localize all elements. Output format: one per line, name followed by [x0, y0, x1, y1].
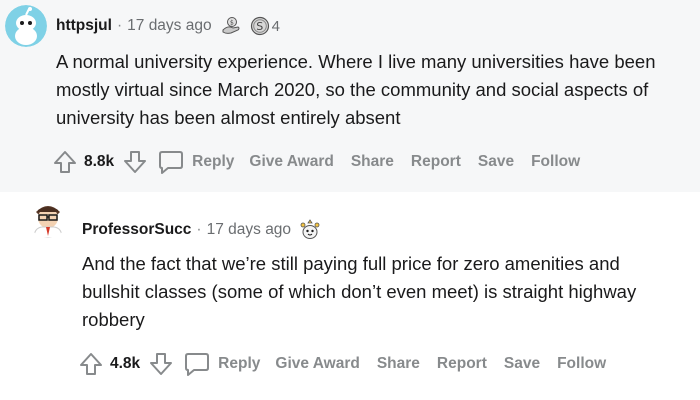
upvote-icon[interactable] — [78, 351, 104, 377]
avatar[interactable] — [28, 198, 68, 238]
comment-actions: 4.8k Reply Give Award Share Report Save … — [78, 351, 623, 377]
svg-text:$: $ — [230, 20, 234, 27]
upvote-icon[interactable] — [52, 149, 78, 175]
give-award-button[interactable]: Give Award — [249, 153, 333, 171]
share-button[interactable]: Share — [377, 355, 420, 373]
author-name[interactable]: httpsjul — [56, 17, 112, 35]
give-award-button[interactable]: Give Award — [275, 355, 359, 373]
moneybag-hand-award-icon[interactable]: $ — [220, 16, 242, 36]
award-count: 4 — [271, 17, 280, 35]
comment-text: And the fact that we’re still paying ful… — [82, 253, 637, 330]
reply-button[interactable]: Reply — [174, 352, 260, 376]
reply-button[interactable]: Reply — [148, 150, 234, 174]
timestamp[interactable]: 17 days ago — [207, 221, 291, 239]
speech-bubble-icon — [184, 352, 210, 376]
wholesome-seal-award-icon[interactable] — [299, 219, 321, 241]
timestamp[interactable]: 17 days ago — [127, 17, 211, 35]
follow-button[interactable]: Follow — [557, 355, 606, 373]
svg-text:S: S — [256, 20, 263, 33]
reply-label: Reply — [192, 153, 235, 170]
comment-text: A normal university experience. Where I … — [56, 51, 656, 128]
report-button[interactable]: Report — [411, 153, 461, 171]
downvote-icon[interactable] — [122, 149, 148, 175]
comment: ProfessorSucc · 17 days ago And the fact… — [0, 192, 700, 400]
downvote-icon[interactable] — [148, 351, 174, 377]
comment: httpsjul · 17 days ago $ S 4 A normal un… — [0, 0, 700, 192]
comment-actions: 8.8k Reply Give Award Share Report Save … — [52, 149, 597, 175]
follow-button[interactable]: Follow — [531, 153, 580, 171]
reply-label: Reply — [218, 355, 261, 372]
author-name[interactable]: ProfessorSucc — [82, 221, 191, 239]
report-button[interactable]: Report — [437, 355, 487, 373]
speech-bubble-icon — [158, 150, 184, 174]
meta-separator: · — [116, 17, 123, 34]
vote-score: 4.8k — [110, 355, 141, 372]
save-button[interactable]: Save — [478, 153, 514, 171]
vote-score: 8.8k — [84, 153, 115, 170]
share-button[interactable]: Share — [351, 153, 394, 171]
meta-separator: · — [196, 221, 202, 238]
save-button[interactable]: Save — [504, 355, 540, 373]
avatar[interactable] — [5, 5, 47, 47]
silver-coin-award-icon[interactable]: S — [250, 16, 270, 36]
